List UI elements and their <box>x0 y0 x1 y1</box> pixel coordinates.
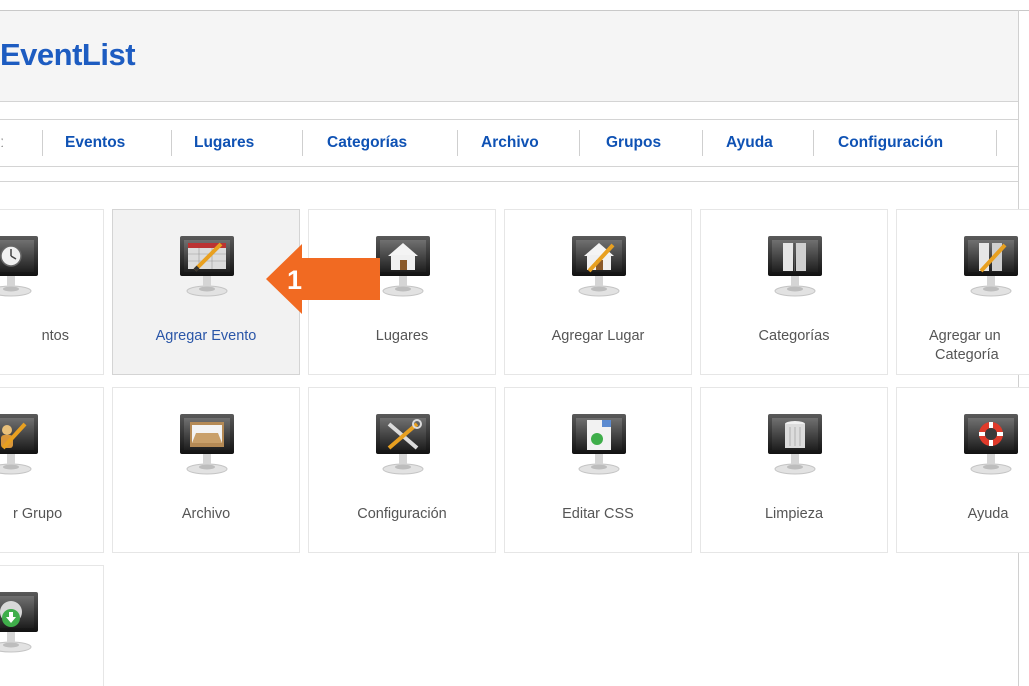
menu-divider <box>702 130 703 156</box>
tile-limpieza[interactable]: Limpieza <box>700 387 888 553</box>
screenshot: EventList ː Eventos Lugares Categorías A… <box>0 0 1029 686</box>
menu-item-cut-off[interactable]: ː <box>0 120 4 166</box>
house-monitor-icon <box>373 234 433 298</box>
trash-monitor-icon <box>765 412 825 476</box>
menu-divider <box>813 130 814 156</box>
update-monitor-icon <box>0 590 41 654</box>
tile-label: Lugares <box>375 328 429 344</box>
menu-divider <box>171 130 172 156</box>
menu-bottom-border <box>0 166 1018 167</box>
header-divider <box>0 101 1018 102</box>
header: EventList <box>0 11 1018 101</box>
tile-label: Agregar Evento <box>155 328 257 344</box>
tile-archivo[interactable]: Archivo <box>112 387 300 553</box>
tile-label: Configuración <box>357 506 447 522</box>
tile-label-line-2: Categoría <box>935 347 999 363</box>
menu-item-grupos[interactable]: Grupos <box>606 120 661 166</box>
app-title: EventList <box>0 37 136 72</box>
add-folder-monitor-icon <box>961 234 1021 298</box>
tile-agregar-categoria[interactable]: Agregar un Categoría <box>896 209 1029 375</box>
tile-label: Agregar Lugar <box>551 328 645 344</box>
menu-item-archivo[interactable]: Archivo <box>481 120 539 166</box>
tile-categorias[interactable]: Categorías <box>700 209 888 375</box>
event-monitor-icon <box>0 234 41 298</box>
tile-label: r Grupo <box>13 506 63 522</box>
menu-divider <box>579 130 580 156</box>
tools-monitor-icon <box>373 412 433 476</box>
menu-item-ayuda[interactable]: Ayuda <box>726 120 773 166</box>
tile-agregar-lugar[interactable]: Agregar Lugar <box>504 209 692 375</box>
top-menu: ː Eventos Lugares Categorías Archivo Gru… <box>0 120 1018 166</box>
css-monitor-icon <box>569 412 629 476</box>
folder-monitor-icon <box>765 234 825 298</box>
add-group-monitor-icon <box>0 412 41 476</box>
content-top-border <box>0 181 1018 182</box>
menu-item-lugares[interactable]: Lugares <box>194 120 254 166</box>
tile-editar-css[interactable]: Editar CSS <box>504 387 692 553</box>
add-house-monitor-icon <box>569 234 629 298</box>
menu-divider <box>457 130 458 156</box>
callout-number: 1 <box>287 265 302 295</box>
tile-label: Archivo <box>181 506 231 522</box>
menu-item-eventos[interactable]: Eventos <box>65 120 125 166</box>
lifebuoy-monitor-icon <box>961 412 1021 476</box>
tile-ayuda[interactable]: Ayuda <box>896 387 1029 553</box>
tile-label: Ayuda <box>967 506 1009 522</box>
tile-label: Limpieza <box>764 506 824 522</box>
tile-configuracion[interactable]: Configuración <box>308 387 496 553</box>
tile-update[interactable] <box>0 565 104 686</box>
add-event-monitor-icon <box>177 234 237 298</box>
menu-divider <box>302 130 303 156</box>
tile-eventos[interactable]: ntos <box>0 209 104 375</box>
tile-agregar-grupo[interactable]: r Grupo <box>0 387 104 553</box>
menu-item-categorias[interactable]: Categorías <box>327 120 407 166</box>
archive-monitor-icon <box>177 412 237 476</box>
tile-label-multiline: Agregar un Categoría <box>897 327 1019 365</box>
tile-label: ntos <box>41 328 69 344</box>
tile-label: Categorías <box>758 328 830 344</box>
menu-divider <box>996 130 997 156</box>
menu-item-configuracion[interactable]: Configuración <box>838 120 943 166</box>
menu-divider <box>42 130 43 156</box>
tile-label-line-1: Agregar un <box>929 328 1001 344</box>
callout-arrow: 1 <box>266 244 380 314</box>
tile-label: Editar CSS <box>562 506 634 522</box>
